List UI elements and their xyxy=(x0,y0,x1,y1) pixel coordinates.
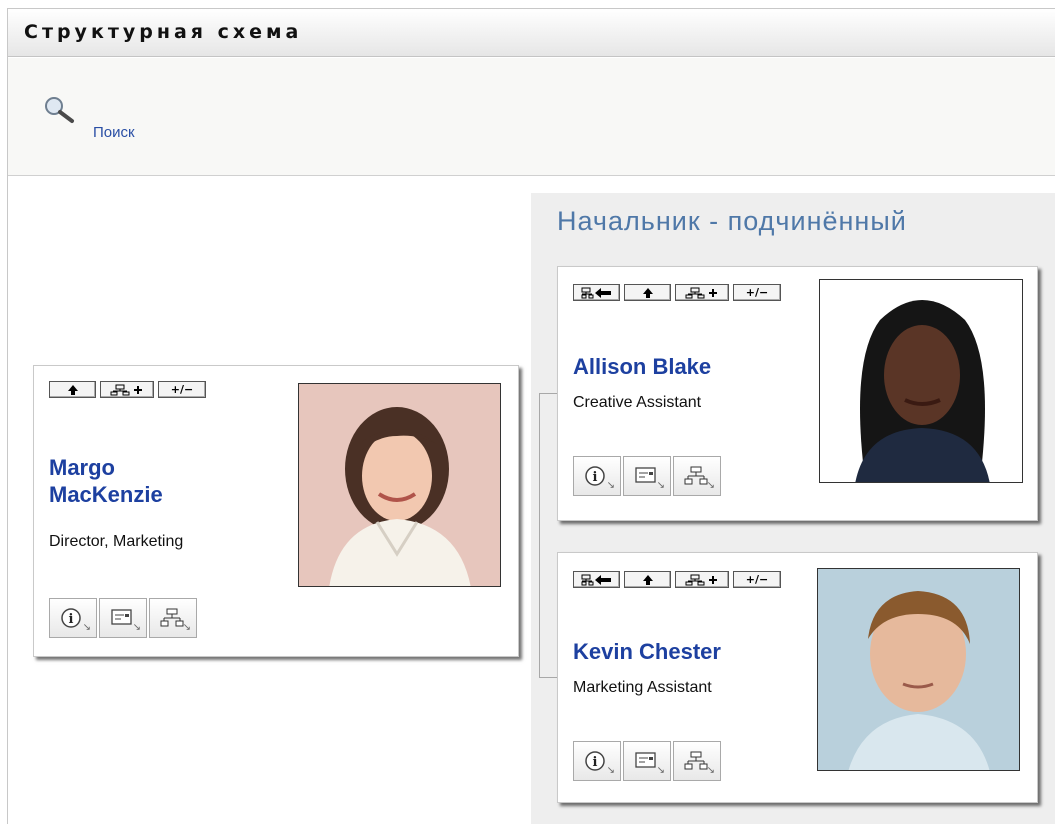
email-button[interactable]: ↘ xyxy=(99,598,147,638)
add-reports-icon xyxy=(110,384,142,395)
arrow-up-icon xyxy=(642,574,653,585)
page-title: Структурная схема xyxy=(24,21,303,43)
org-chart-button[interactable]: ↘ xyxy=(149,598,197,638)
report-card: +/− Kevin Chester Marketing Assistant i … xyxy=(557,552,1038,803)
card-icon xyxy=(635,752,656,768)
portlet-title-bar: Структурная схема xyxy=(8,9,1055,57)
card-tools: i ↘ ↘ ↘ xyxy=(573,741,723,781)
corner-arrow-icon: ↘ xyxy=(656,480,665,491)
toggle-button[interactable]: +/− xyxy=(158,381,206,398)
corner-arrow-icon: ↘ xyxy=(606,480,615,491)
portrait-image xyxy=(820,280,1022,482)
arrow-up-icon xyxy=(67,384,78,395)
toggle-button[interactable]: +/− xyxy=(733,571,781,588)
email-button[interactable]: ↘ xyxy=(623,456,671,496)
manager-card: +/− Margo MacKenzie Director, Marketing … xyxy=(33,365,519,657)
person-photo xyxy=(819,279,1023,483)
go-up-button[interactable] xyxy=(624,284,671,301)
manager-arrow-icon xyxy=(581,574,611,585)
person-title: Director, Marketing xyxy=(49,533,184,550)
corner-arrow-icon: ↘ xyxy=(706,765,715,776)
person-last-name: MacKenzie xyxy=(49,482,163,507)
org-chart-icon xyxy=(684,751,708,770)
report-card: +/− Allison Blake Creative Assistant i ↘… xyxy=(557,266,1038,521)
corner-arrow-icon: ↘ xyxy=(132,622,141,633)
tree-connector xyxy=(539,393,559,678)
svg-text:i: i xyxy=(69,612,74,627)
search-label: Поиск xyxy=(93,124,135,141)
info-button[interactable]: i ↘ xyxy=(573,741,621,781)
go-up-button[interactable] xyxy=(624,571,671,588)
person-photo xyxy=(298,383,501,587)
person-name[interactable]: Margo MacKenzie xyxy=(49,454,163,508)
corner-arrow-icon: ↘ xyxy=(182,622,191,633)
portrait-image xyxy=(818,569,1019,770)
person-title: Creative Assistant xyxy=(573,394,702,411)
toggle-label: +/− xyxy=(745,573,769,586)
add-reports-icon xyxy=(685,287,717,298)
card-icon xyxy=(111,609,132,625)
info-button[interactable]: i ↘ xyxy=(573,456,621,496)
person-photo xyxy=(817,568,1020,771)
expand-reports-button[interactable] xyxy=(100,381,154,398)
corner-arrow-icon: ↘ xyxy=(656,765,665,776)
portrait-image xyxy=(299,384,500,586)
info-icon: i xyxy=(585,466,605,486)
card-tools: i ↘ ↘ ↘ xyxy=(573,456,723,496)
toggle-label: +/− xyxy=(170,383,194,396)
info-button[interactable]: i ↘ xyxy=(49,598,97,638)
card-actions: +/− xyxy=(49,381,206,398)
corner-arrow-icon: ↘ xyxy=(82,622,91,633)
card-actions: +/− xyxy=(573,571,781,588)
show-manager-button[interactable] xyxy=(573,571,620,588)
toggle-button[interactable]: +/− xyxy=(733,284,781,301)
search-toolbar: Поиск xyxy=(8,58,1055,176)
expand-reports-button[interactable] xyxy=(675,284,729,301)
info-icon: i xyxy=(61,608,81,628)
show-manager-button[interactable] xyxy=(573,284,620,301)
team-title: Начальник - подчинённый xyxy=(557,206,907,236)
org-chart-icon xyxy=(160,608,184,627)
person-name[interactable]: Allison Blake xyxy=(573,353,711,380)
org-chart-icon xyxy=(684,466,708,485)
person-first-name: Margo xyxy=(49,455,115,480)
person-title: Marketing Assistant xyxy=(573,679,712,696)
org-chart-button[interactable]: ↘ xyxy=(673,741,721,781)
card-icon xyxy=(635,467,656,483)
svg-text:i: i xyxy=(593,470,598,485)
card-tools: i ↘ ↘ ↘ xyxy=(49,598,199,638)
card-actions: +/− xyxy=(573,284,781,301)
expand-reports-button[interactable] xyxy=(675,571,729,588)
person-name[interactable]: Kevin Chester xyxy=(573,638,721,665)
toggle-label: +/− xyxy=(745,286,769,299)
corner-arrow-icon: ↘ xyxy=(706,480,715,491)
magnifier-icon xyxy=(45,97,74,123)
svg-text:i: i xyxy=(593,755,598,770)
add-reports-icon xyxy=(685,574,717,585)
manager-arrow-icon xyxy=(581,287,611,298)
org-chart-button[interactable]: ↘ xyxy=(673,456,721,496)
go-up-button[interactable] xyxy=(49,381,96,398)
email-button[interactable]: ↘ xyxy=(623,741,671,781)
arrow-up-icon xyxy=(642,287,653,298)
corner-arrow-icon: ↘ xyxy=(606,765,615,776)
info-icon: i xyxy=(585,751,605,771)
